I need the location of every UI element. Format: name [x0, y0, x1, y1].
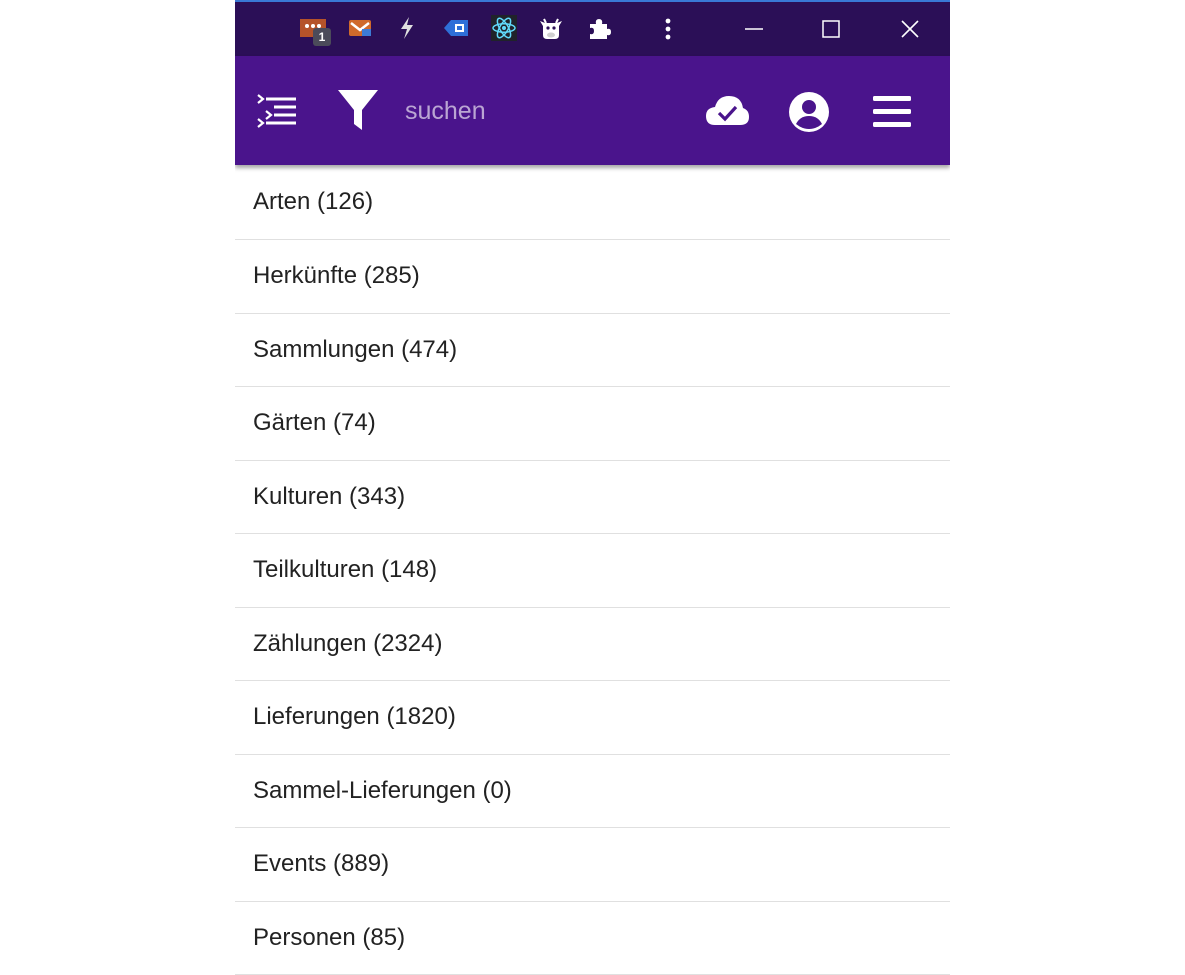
menu-icon[interactable] [869, 92, 915, 132]
list-item-teilkulturen[interactable]: Teilkulturen (148) [235, 534, 950, 608]
search-input[interactable] [405, 92, 665, 130]
list-item-arten[interactable]: Arten (126) [235, 165, 950, 240]
tree-list-icon[interactable] [253, 90, 299, 132]
list-item-events[interactable]: Events (889) [235, 828, 950, 902]
list-item-lieferungen[interactable]: Lieferungen (1820) [235, 681, 950, 755]
tag-extension-icon[interactable] [442, 14, 470, 42]
react-devtools-icon[interactable] [490, 14, 518, 42]
close-icon[interactable] [893, 12, 927, 46]
cow-extension-icon[interactable] [537, 14, 565, 42]
mail-extension-icon[interactable] [346, 14, 374, 42]
kebab-menu-icon[interactable] [651, 12, 685, 46]
app-window: 1 suchen Arten (126) Herkünfte (285) Sam… [235, 0, 950, 975]
app-bar [235, 56, 950, 165]
puzzle-extensions-icon[interactable] [585, 14, 613, 42]
list-item-kulturen[interactable]: Kulturen (343) [235, 461, 950, 534]
list-item-zaehlungen[interactable]: Zählungen (2324) [235, 608, 950, 681]
flame-extension-icon[interactable]: 1 [299, 14, 331, 46]
account-icon[interactable] [786, 90, 832, 134]
browser-titlebar: 1 [235, 0, 950, 56]
list-item-personen[interactable]: Personen (85) [235, 902, 950, 975]
list-item-herkuenfte[interactable]: Herkünfte (285) [235, 240, 950, 314]
list-item-gaerten[interactable]: Gärten (74) [235, 387, 950, 461]
filter-icon[interactable] [335, 88, 381, 134]
extension-badge: 1 [313, 28, 331, 46]
list-item-sammel-lieferungen[interactable]: Sammel-Lieferungen (0) [235, 755, 950, 828]
lightning-extension-icon[interactable] [393, 14, 421, 42]
navigation-list: Arten (126) Herkünfte (285) Sammlungen (… [235, 165, 950, 975]
maximize-icon[interactable] [814, 12, 848, 46]
cloud-done-icon[interactable] [703, 90, 751, 132]
list-item-sammlungen[interactable]: Sammlungen (474) [235, 314, 950, 387]
minimize-icon[interactable] [737, 12, 771, 46]
